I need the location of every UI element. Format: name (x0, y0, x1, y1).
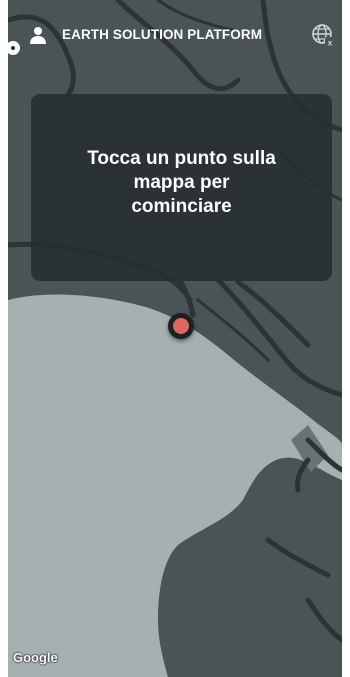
globe-translate-icon[interactable]: x (310, 22, 336, 48)
svg-text:x: x (328, 39, 333, 48)
user-icon[interactable] (30, 26, 46, 44)
google-attribution[interactable]: Google (13, 650, 58, 665)
top-bar: EARTH SOLUTION PLATFORM x (0, 0, 350, 70)
app-frame: EARTH SOLUTION PLATFORM x Tocca un punto… (0, 0, 350, 677)
app-title: EARTH SOLUTION PLATFORM (62, 27, 263, 42)
instruction-text: Tocca un punto sulla mappa per cominciar… (87, 147, 276, 217)
instruction-overlay: Tocca un punto sulla mappa per cominciar… (31, 94, 332, 281)
location-marker[interactable] (168, 313, 194, 339)
